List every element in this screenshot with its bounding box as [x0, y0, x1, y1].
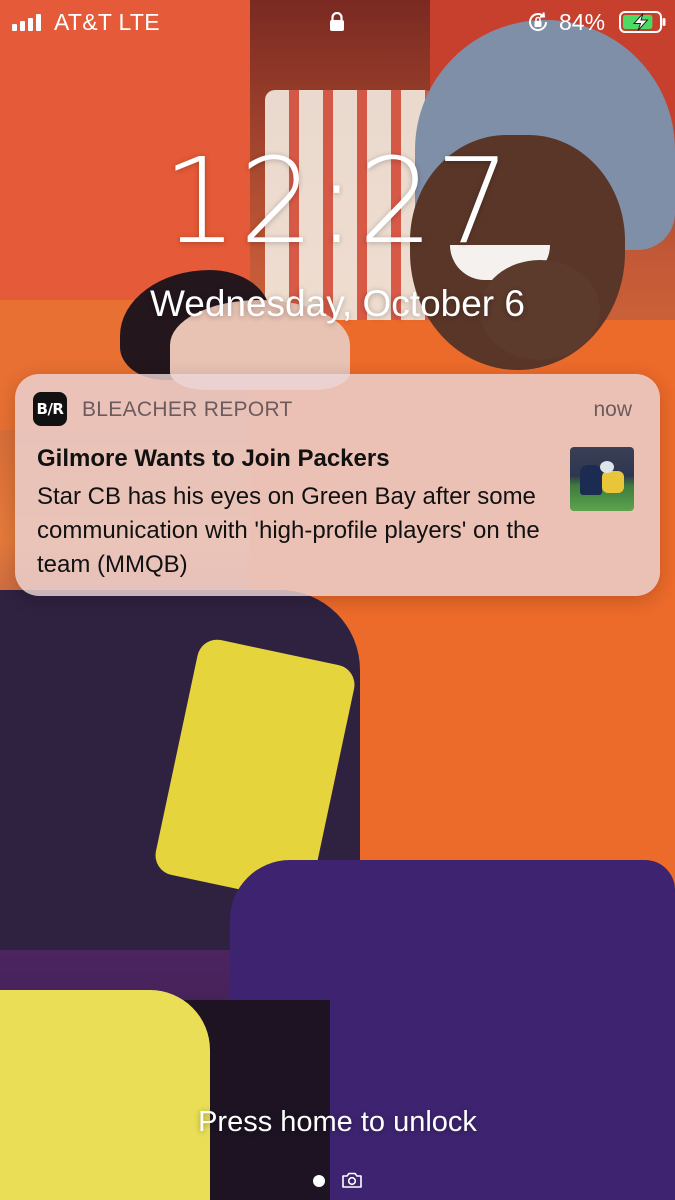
lock-screen-time: 12:27	[162, 132, 513, 270]
bleacher-report-app-icon: B/R	[33, 392, 67, 426]
battery-charging-icon	[619, 11, 666, 33]
notification-body: Star CB has his eyes on Green Bay after …	[37, 483, 540, 578]
notification-time: now	[593, 398, 632, 421]
thumbnail-helmet	[600, 461, 614, 473]
notification-title: Gilmore Wants to Join Packers	[37, 445, 390, 472]
page-dot	[313, 1175, 325, 1187]
rotation-lock-icon	[529, 12, 548, 31]
thumbnail-player-yellow	[602, 471, 624, 493]
notification-card[interactable]: B/R BLEACHER REPORT now Gilmore Wants to…	[15, 374, 660, 596]
carrier-label: AT&T LTE	[54, 9, 160, 35]
notification-app-name: BLEACHER REPORT	[82, 398, 293, 421]
battery-percentage: 84%	[559, 9, 606, 35]
signal-icon	[12, 13, 41, 31]
press-home-to-unlock-label: Press home to unlock	[198, 1106, 477, 1138]
wallpaper-yellow-pants	[0, 990, 210, 1200]
status-bar: AT&T LTE 84%	[0, 0, 675, 44]
camera-icon[interactable]	[341, 1171, 363, 1189]
lock-screen-date: Wednesday, October 6	[149, 283, 525, 324]
thumbnail-player-dark	[580, 465, 602, 495]
lock-icon	[330, 12, 344, 31]
notification-thumbnail-image	[570, 447, 634, 511]
